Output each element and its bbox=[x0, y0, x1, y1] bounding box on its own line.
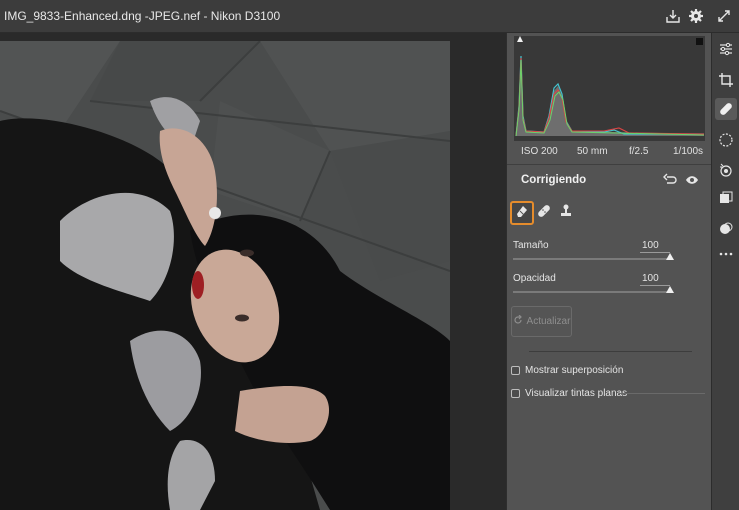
exif-aperture: f/2.5 bbox=[629, 146, 649, 157]
gear-icon[interactable] bbox=[687, 7, 705, 25]
divider bbox=[529, 351, 692, 352]
size-slider-thumb[interactable] bbox=[666, 253, 674, 260]
eraser-tool-button[interactable] bbox=[510, 201, 534, 225]
visibility-icon[interactable] bbox=[685, 173, 699, 192]
right-toolbar bbox=[711, 33, 739, 510]
size-slider[interactable] bbox=[513, 253, 674, 260]
photo[interactable] bbox=[0, 41, 450, 510]
refresh-label: Actualizar bbox=[526, 316, 571, 327]
healing-icon[interactable] bbox=[715, 98, 737, 120]
expand-icon[interactable] bbox=[715, 7, 733, 25]
edit-panel: ISO 200 50 mm f/2.5 1/100s Corrigiendo T… bbox=[506, 33, 712, 510]
flat-tints-row[interactable]: Visualizar tintas planas bbox=[511, 388, 627, 399]
flat-tints-checkbox[interactable] bbox=[511, 389, 520, 398]
stamp-icon bbox=[558, 203, 574, 224]
presets-icon[interactable] bbox=[717, 189, 735, 207]
refresh-button[interactable]: Actualizar bbox=[511, 306, 572, 337]
show-overlay-row[interactable]: Mostrar superposición bbox=[511, 365, 623, 376]
download-icon[interactable] bbox=[664, 7, 682, 25]
opacity-value[interactable]: 100 bbox=[640, 272, 670, 286]
image-canvas[interactable] bbox=[0, 33, 506, 510]
bandage-icon bbox=[536, 203, 552, 224]
exif-iso: ISO 200 bbox=[521, 146, 558, 157]
healing-tool-button[interactable] bbox=[532, 201, 556, 225]
exif-focal: 50 mm bbox=[577, 146, 608, 157]
flat-tints-label: Visualizar tintas planas bbox=[525, 388, 628, 399]
divider bbox=[507, 164, 712, 165]
window-title: IMG_9833-Enhanced.dng -JPEG.nef - Nikon … bbox=[4, 9, 281, 23]
show-overlay-checkbox[interactable] bbox=[511, 366, 520, 375]
eraser-icon bbox=[515, 204, 529, 223]
redeye-icon[interactable] bbox=[717, 161, 735, 179]
opacity-slider-thumb[interactable] bbox=[666, 286, 674, 293]
title-bar: IMG_9833-Enhanced.dng -JPEG.nef - Nikon … bbox=[0, 0, 739, 33]
histogram bbox=[514, 36, 705, 141]
divider bbox=[619, 393, 705, 394]
size-label: Tamaño bbox=[513, 240, 549, 251]
opacity-label: Opacidad bbox=[513, 273, 556, 284]
exif-shutter: 1/100s bbox=[673, 146, 704, 157]
show-overlay-label: Mostrar superposición bbox=[525, 365, 624, 376]
reset-icon[interactable] bbox=[663, 173, 677, 192]
clone-tool-button[interactable] bbox=[554, 201, 578, 225]
mask-icon[interactable] bbox=[717, 131, 735, 149]
section-title: Corrigiendo bbox=[521, 174, 587, 186]
more-icon[interactable] bbox=[717, 245, 735, 263]
crop-icon[interactable] bbox=[717, 71, 735, 89]
size-value[interactable]: 100 bbox=[640, 239, 670, 253]
snapshots-icon[interactable] bbox=[717, 219, 735, 237]
refresh-icon bbox=[513, 314, 523, 328]
sliders-icon[interactable] bbox=[717, 40, 735, 58]
opacity-slider[interactable] bbox=[513, 286, 674, 293]
highlight-clip-icon[interactable] bbox=[696, 38, 703, 45]
